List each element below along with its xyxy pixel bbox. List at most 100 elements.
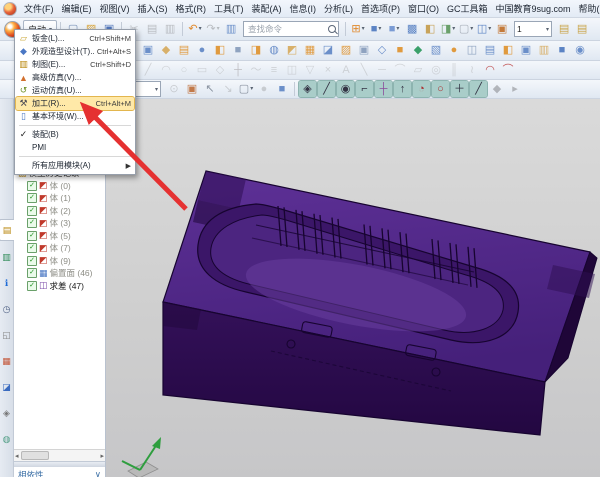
search-icon[interactable] xyxy=(328,25,336,33)
redo-icon[interactable]: ↷▾ xyxy=(205,21,222,37)
feature-checkbox[interactable]: ✓ xyxy=(27,256,37,266)
chevron-expand-icon[interactable]: ∨ xyxy=(95,469,101,477)
offset-face-icon[interactable]: ▤ xyxy=(482,43,499,59)
tree-item[interactable]: ✓◫求差 (47) xyxy=(14,280,105,293)
sew-icon[interactable]: ◧ xyxy=(500,43,517,59)
chevron-down-icon[interactable]: ▾ xyxy=(378,26,381,32)
tree-item[interactable]: ✓◩体 (3) xyxy=(14,217,105,230)
existing-point-icon[interactable]: ○ xyxy=(432,81,449,97)
menu-edu-link[interactable]: 中国教育9sug.com xyxy=(492,3,575,15)
start-menu-item-advanced-simulation[interactable]: ▲高级仿真(V)... xyxy=(16,71,134,84)
fillet-curve-icon[interactable]: ⌒ xyxy=(392,62,409,78)
chevron-down-icon[interactable]: ▾ xyxy=(488,26,491,32)
start-menu-item-pmi[interactable]: PMI xyxy=(16,141,134,154)
tree-item[interactable]: ✓▦偏置面 (46) xyxy=(14,267,105,280)
unite-icon[interactable]: ◪ xyxy=(320,43,337,59)
start-menu-item-all-applications[interactable]: 所有应用模块(A)▶ xyxy=(16,159,134,172)
tree-item[interactable]: ✓◩体 (0) xyxy=(14,180,105,193)
menu-tools[interactable]: 工具(T) xyxy=(210,3,248,15)
chevron-down-icon[interactable]: ▾ xyxy=(217,26,220,32)
history-tab[interactable]: ◷ xyxy=(0,299,13,319)
quadrant-point-icon[interactable]: ◔ xyxy=(413,81,430,97)
quick-trim-icon[interactable]: ▱ xyxy=(410,62,427,78)
fit-view-icon[interactable]: ⊞▾ xyxy=(350,21,367,37)
feature-checkbox[interactable]: ✓ xyxy=(27,231,37,241)
feature-checkbox[interactable]: ✓ xyxy=(27,268,37,278)
draft-icon[interactable]: ● xyxy=(446,43,463,59)
pattern-feature-icon[interactable]: ▦ xyxy=(302,43,319,59)
menu-view[interactable]: 视图(V) xyxy=(96,3,134,15)
general-selection-icon[interactable]: ⊙ xyxy=(166,81,183,97)
control-point-icon[interactable]: ⌐ xyxy=(356,81,373,97)
cylinder-icon[interactable]: ■ xyxy=(230,43,247,59)
polygon-icon[interactable]: ◇ xyxy=(212,62,229,78)
web-browser-tab[interactable]: ℹ xyxy=(0,273,13,293)
chamfer-icon[interactable]: ▧ xyxy=(428,43,445,59)
split-body-icon[interactable]: ■ xyxy=(392,43,409,59)
feature-checkbox[interactable]: ✓ xyxy=(27,243,37,253)
object-snap-icon[interactable]: ▸ xyxy=(507,81,524,97)
subtract-icon[interactable]: ▨ xyxy=(338,43,355,59)
hole-icon[interactable]: ◩ xyxy=(284,43,301,59)
tree-item[interactable]: ✓◩体 (9) xyxy=(14,255,105,268)
undo-icon[interactable]: ↶▾ xyxy=(187,21,204,37)
conic-icon[interactable]: ⌒ xyxy=(500,62,517,78)
horizontal-scrollbar[interactable]: ◂ ▸ xyxy=(14,449,105,461)
start-menu-item-assemblies-toggle[interactable]: ✓装配(B) xyxy=(16,128,134,141)
highlight-icon[interactable]: ● xyxy=(256,81,273,97)
dependencies-section[interactable]: 相依性 ∨ xyxy=(14,467,105,477)
roles-tab[interactable]: ▦ xyxy=(0,351,13,371)
helix-icon[interactable]: ≀ xyxy=(464,62,481,78)
part-navigator-tab[interactable]: ▤ xyxy=(0,219,14,241)
divide-curve-icon[interactable]: ◎ xyxy=(428,62,445,78)
layer-settings-icon[interactable]: ▤ xyxy=(556,21,573,37)
shaded-icon[interactable]: ■▾ xyxy=(386,21,403,37)
thicken-icon[interactable]: ▥ xyxy=(536,43,553,59)
point-on-curve-icon[interactable]: ＋ xyxy=(451,81,468,97)
machining-wizards-tab[interactable]: ◈ xyxy=(0,403,13,423)
start-menu-item-gateway[interactable]: ▯基本环境(W)... xyxy=(16,110,134,123)
scroll-left-icon[interactable]: ◂ xyxy=(15,452,19,460)
point-icon[interactable]: ┼ xyxy=(230,62,247,78)
feature-checkbox[interactable]: ✓ xyxy=(27,181,37,191)
derived-line-icon[interactable]: ║ xyxy=(446,62,463,78)
offset-curve-icon[interactable]: ≡ xyxy=(266,62,283,78)
work-layer-select[interactable]: 1 ▾ xyxy=(514,21,552,37)
graphics-viewport[interactable] xyxy=(106,99,600,477)
swept-icon[interactable]: ■ xyxy=(554,43,571,59)
extrude-icon[interactable]: ▤ xyxy=(176,43,193,59)
clip-section-icon[interactable]: ◫▾ xyxy=(476,21,493,37)
datum-plane-icon[interactable]: ▣ xyxy=(140,43,157,59)
menu-preferences[interactable]: 首选项(P) xyxy=(357,3,404,15)
reuse-library-tab[interactable]: ▥ xyxy=(0,247,13,267)
sphere-icon[interactable]: ◍ xyxy=(266,43,283,59)
mirror-curve-icon[interactable]: ◫ xyxy=(284,62,301,78)
command-finder-input[interactable] xyxy=(246,22,328,36)
tree-item[interactable]: ✓◩体 (1) xyxy=(14,192,105,205)
edge-blend-icon[interactable]: ◆ xyxy=(410,43,427,59)
patch-body-icon[interactable]: ▣ xyxy=(518,43,535,59)
menu-information[interactable]: 信息(I) xyxy=(286,3,321,15)
feature-checkbox[interactable]: ✓ xyxy=(27,193,37,203)
menu-file[interactable]: 文件(F) xyxy=(20,3,58,15)
start-menu-item-sheet-metal[interactable]: ▱钣金(L)...Ctrl+Shift+M xyxy=(16,32,134,45)
command-repeat-icon[interactable]: ▥ xyxy=(223,21,240,37)
deselect-all-icon[interactable]: ↘ xyxy=(220,81,237,97)
feature-checkbox[interactable]: ✓ xyxy=(27,218,37,228)
shaded-with-edges-icon[interactable]: ■▾ xyxy=(368,21,385,37)
start-menu-item-motion-simulation[interactable]: ↺运动仿真(U)... xyxy=(16,84,134,97)
trim-curve-icon[interactable]: ╲ xyxy=(356,62,373,78)
menu-help[interactable]: 帮助(H) xyxy=(575,3,600,15)
scrollbar-thumb[interactable] xyxy=(21,451,49,460)
chevron-down-icon[interactable]: ▾ xyxy=(199,26,202,32)
cone-icon[interactable]: ◨ xyxy=(248,43,265,59)
background-icon[interactable]: ▢▾ xyxy=(458,21,475,37)
menu-gc-toolbox[interactable]: GC工具箱 xyxy=(443,3,492,15)
trim-body-icon[interactable]: ◇ xyxy=(374,43,391,59)
start-menu-item-drafting[interactable]: ▥制图(E)...Ctrl+Shift+D xyxy=(16,58,134,71)
copy-icon[interactable]: ▤ xyxy=(144,21,161,37)
menu-analysis[interactable]: 分析(L) xyxy=(320,3,357,15)
enable-snap-point-icon[interactable]: ◈ xyxy=(299,81,316,97)
scroll-right-icon[interactable]: ▸ xyxy=(100,452,104,460)
chevron-down-icon[interactable]: ▾ xyxy=(470,26,473,32)
